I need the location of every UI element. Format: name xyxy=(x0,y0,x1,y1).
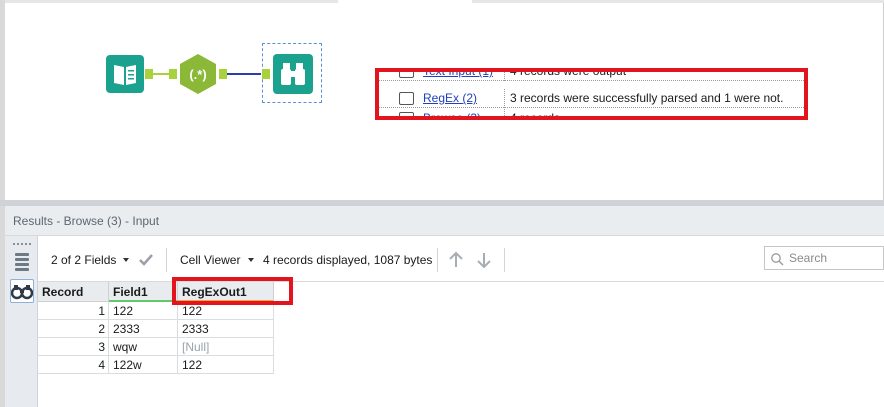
results-messages-panel: Text Input (1) 4 records were output Reg… xyxy=(375,68,808,120)
output-anchor[interactable] xyxy=(219,69,227,79)
regex-hexagon-icon: (.*) xyxy=(180,54,216,94)
toolbar-divider xyxy=(166,248,167,272)
binoculars-icon xyxy=(281,63,305,85)
connection-line xyxy=(153,73,169,75)
message-text: 4 records were output xyxy=(510,68,627,78)
column-divider xyxy=(504,72,505,81)
cell-viewer-selector[interactable]: Cell Viewer xyxy=(180,253,240,267)
book-icon xyxy=(114,65,136,85)
results-title: Results - Browse (3) - Input xyxy=(13,214,160,228)
list-view-button[interactable] xyxy=(10,249,34,273)
message-tool-link[interactable]: Browse (3) xyxy=(423,111,481,116)
table-cell-field1[interactable]: 122 xyxy=(109,302,178,320)
message-icon xyxy=(399,72,414,78)
table-cell-record[interactable]: 3 xyxy=(38,338,109,356)
regex-tool[interactable]: (.*) xyxy=(178,53,218,95)
table-cell-field1[interactable]: 122w xyxy=(109,356,178,374)
records-info: 4 records displayed, 1087 bytes xyxy=(263,253,433,267)
column-header-label: Record xyxy=(42,285,84,299)
list-icon xyxy=(15,253,29,271)
column-header-field1[interactable]: Field1 xyxy=(109,282,178,302)
chevron-down-icon[interactable] xyxy=(248,258,254,262)
toolbar-divider xyxy=(437,248,438,272)
message-tool-link[interactable]: Text Input (1) xyxy=(423,72,493,78)
column-divider xyxy=(504,89,505,108)
message-row: Browse (3) 4 records xyxy=(379,109,804,120)
column-header-label: Field1 xyxy=(113,285,148,299)
input-anchor[interactable] xyxy=(169,69,177,79)
grip-handle[interactable] xyxy=(13,243,31,245)
message-icon xyxy=(399,92,414,105)
toolbar-divider xyxy=(504,248,505,272)
browse-tool[interactable] xyxy=(262,43,322,103)
table-cell-record[interactable]: 2 xyxy=(38,320,109,338)
column-divider xyxy=(504,109,505,116)
message-icon xyxy=(399,112,414,116)
browse-tool-body xyxy=(273,54,313,94)
table-cell-record[interactable]: 1 xyxy=(38,302,109,320)
message-row: RegEx (2) 3 records were successfully pa… xyxy=(379,89,804,108)
browse-view-button[interactable] xyxy=(10,279,34,303)
text-input-tool[interactable] xyxy=(106,55,144,93)
regex-tool-label: (.*) xyxy=(189,67,206,82)
search-icon xyxy=(771,253,784,266)
results-title-bar: Results - Browse (3) - Input xyxy=(5,206,884,236)
input-anchor[interactable] xyxy=(262,69,270,79)
message-text: 4 records xyxy=(510,111,561,120)
connection-line xyxy=(227,73,261,75)
message-row: Text Input (1) 4 records were output xyxy=(379,68,804,81)
output-anchor[interactable] xyxy=(145,69,153,79)
table-cell-record[interactable]: 4 xyxy=(38,356,109,374)
search-placeholder: Search xyxy=(789,251,828,265)
message-text: 3 records were successfully parsed and 1… xyxy=(510,91,784,105)
column-header-record[interactable]: Record xyxy=(38,282,109,302)
table-cell-regexout1[interactable]: [Null] xyxy=(178,338,274,356)
table-cell-field1[interactable]: 2333 xyxy=(109,320,178,338)
results-toolbar: 2 of 2 Fields Cell Viewer 4 records disp… xyxy=(38,236,884,282)
table-cell-field1[interactable]: wqw xyxy=(109,338,178,356)
table-cell-regexout1[interactable]: 2333 xyxy=(178,320,274,338)
checkmark-icon[interactable] xyxy=(138,253,154,267)
table-cell-regexout1[interactable]: 122 xyxy=(178,356,274,374)
message-tool-link[interactable]: RegEx (2) xyxy=(423,91,477,105)
up-arrow-icon[interactable] xyxy=(448,251,464,269)
results-side-rail xyxy=(5,236,38,407)
down-arrow-icon[interactable] xyxy=(476,251,492,269)
chevron-down-icon[interactable] xyxy=(123,258,129,262)
binoculars-icon xyxy=(10,285,34,300)
search-input[interactable]: Search xyxy=(764,246,884,270)
fields-selector[interactable]: 2 of 2 Fields xyxy=(51,253,116,267)
highlight-box xyxy=(172,277,293,305)
